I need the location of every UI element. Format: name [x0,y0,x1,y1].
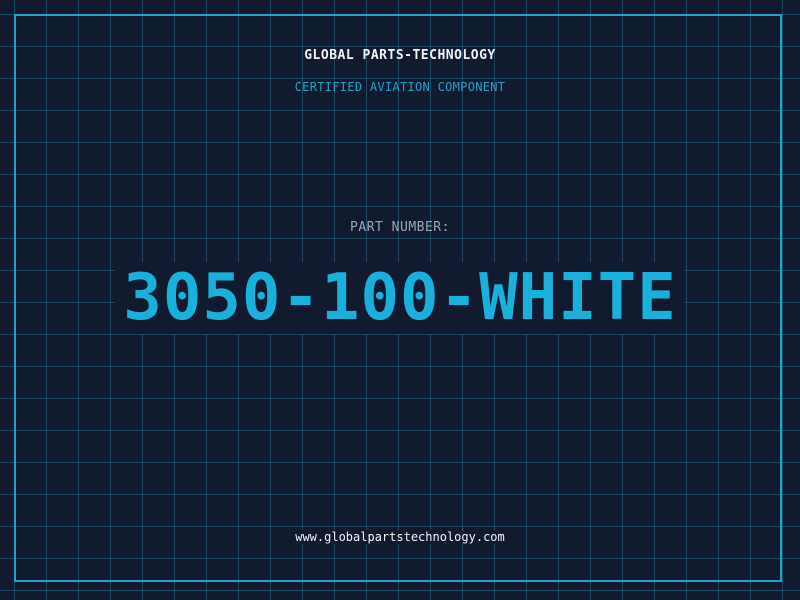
part-number-label: PART NUMBER: [350,220,450,235]
certification-subtitle: CERTIFIED AVIATION COMPONENT [294,80,506,94]
brand-name: GLOBAL PARTS-TECHNOLOGY [304,48,496,63]
label-card: GLOBAL PARTS-TECHNOLOGY CERTIFIED AVIATI… [0,0,800,600]
website-link[interactable]: www.globalpartstechnology.com [291,530,509,544]
part-number-value: 3050-100-WHITE [115,262,685,334]
part-number-container: 3050-100-WHITE [0,262,800,334]
website-container: www.globalpartstechnology.com [0,530,800,544]
